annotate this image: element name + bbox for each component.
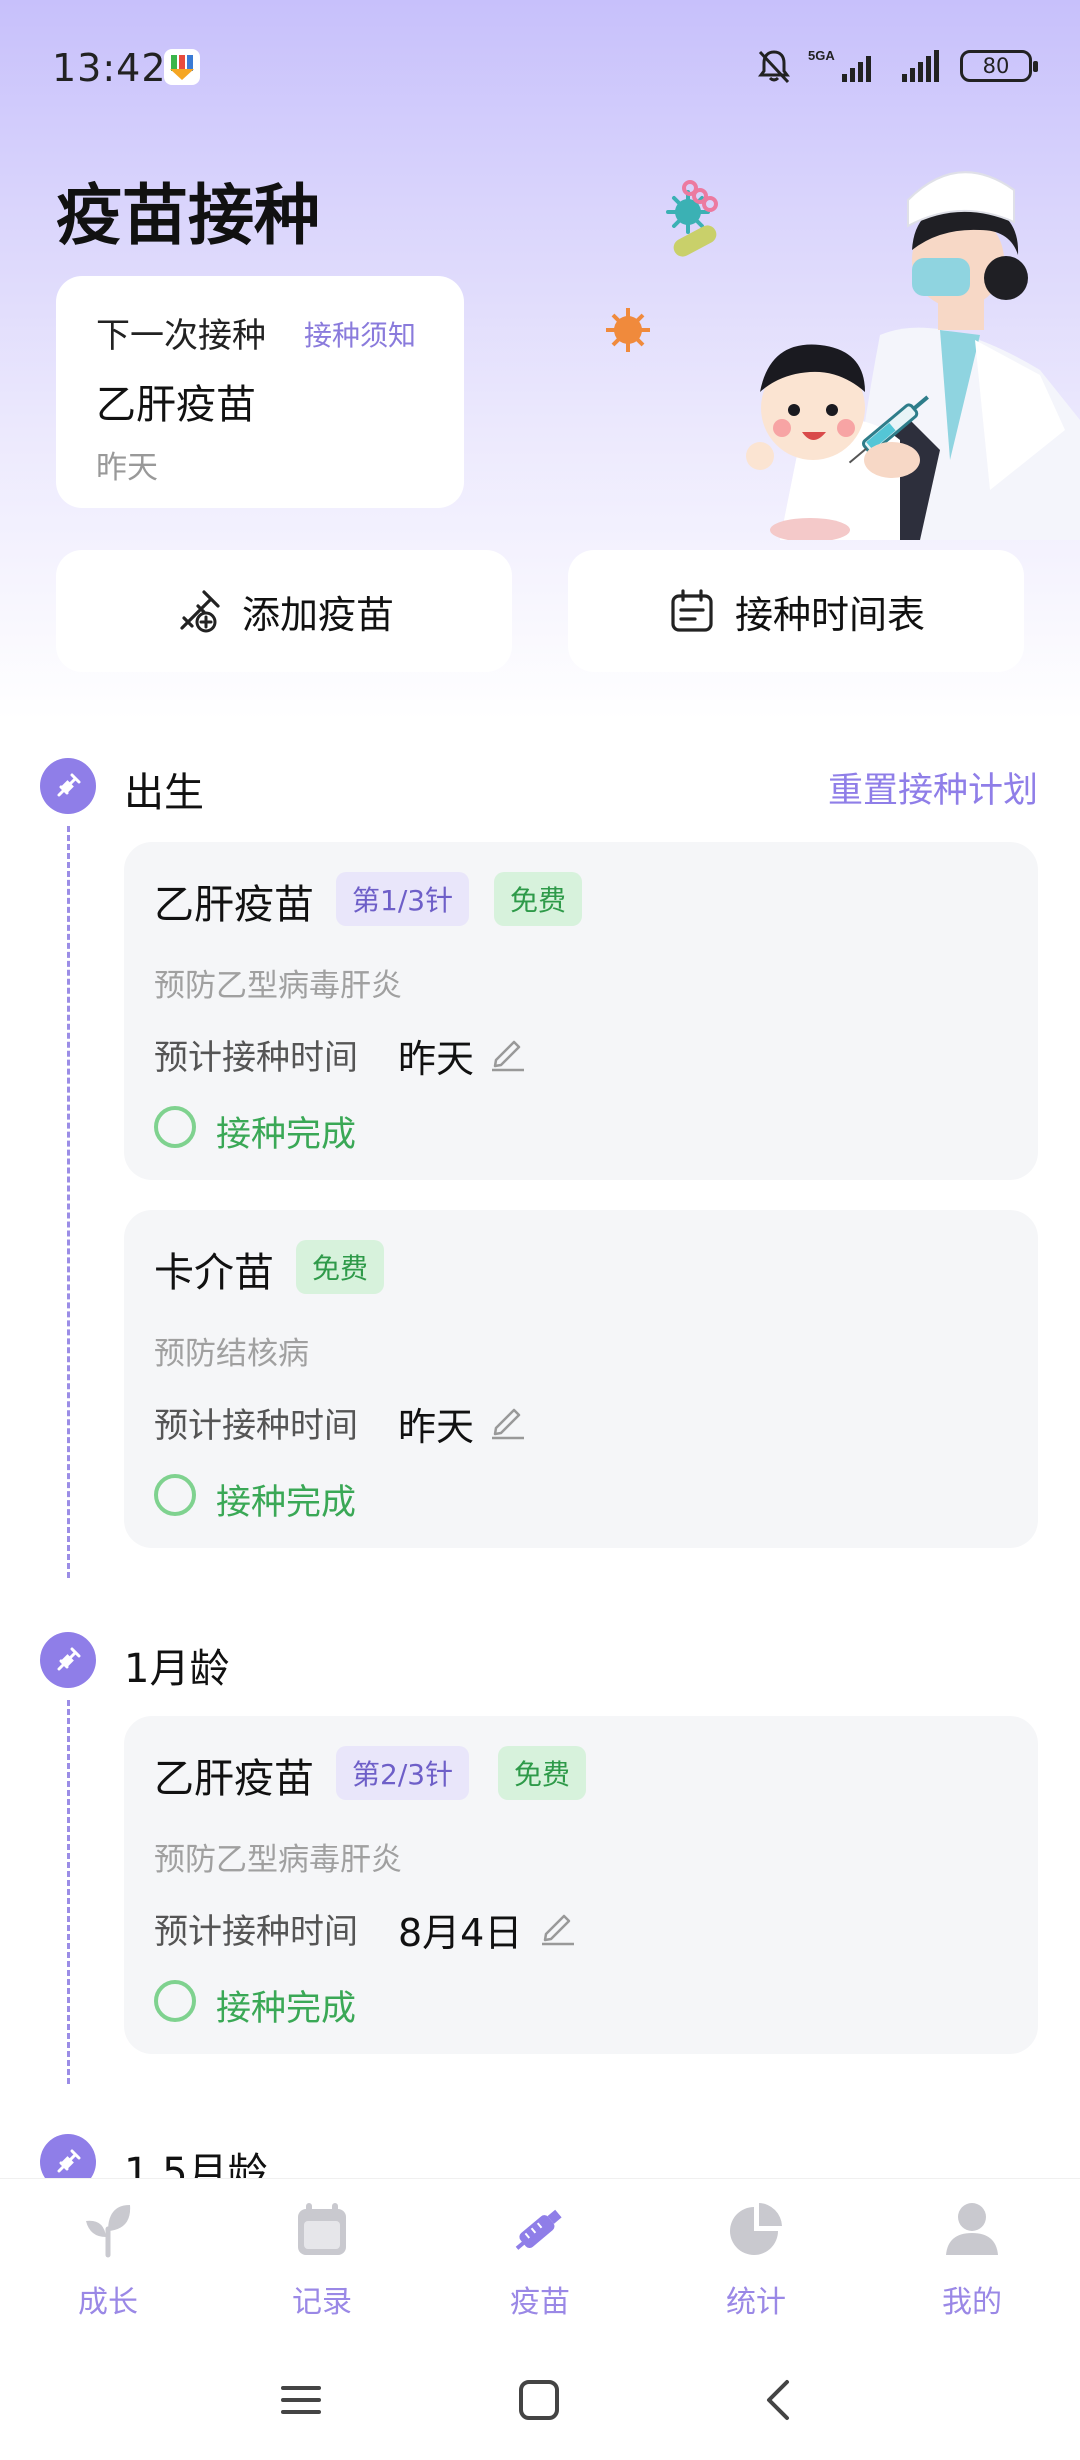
edit-pencil-icon[interactable]: [488, 1400, 528, 1440]
app-notification-icon: [164, 49, 200, 85]
scheduled-time-value: 昨天: [398, 1405, 475, 1449]
vaccine-description: 预防乙型病毒肝炎: [154, 1842, 402, 1878]
nav-item-growth[interactable]: 成长: [38, 2179, 178, 2339]
timeline-syringe-icon: [40, 758, 96, 814]
completion-label[interactable]: 接种完成: [216, 1474, 356, 1525]
section-title-birth: 出生: [124, 770, 204, 816]
completion-checkbox[interactable]: [154, 1474, 196, 1516]
bacteria-capsule-icon: [673, 225, 717, 257]
vaccine-name: 乙肝疫苗: [154, 1756, 314, 1802]
calendar-list-icon: [671, 589, 713, 632]
system-navigation-bar: [0, 2338, 1080, 2460]
status-time: 13:42: [52, 46, 167, 90]
scheduled-time-value: 8月4日: [398, 1911, 523, 1955]
virus-icon: [606, 308, 650, 352]
scheduled-time-label: 预计接种时间: [154, 1406, 358, 1446]
vaccine-card[interactable]: 卡介苗 免费 预防结核病 预计接种时间 昨天 接种完成: [124, 1210, 1038, 1548]
next-vaccine-date: 昨天: [96, 450, 158, 486]
cellular-signal-2-icon: [902, 50, 939, 82]
vaccine-description: 预防结核病: [154, 1336, 309, 1372]
home-square-icon[interactable]: [515, 2376, 563, 2424]
nav-label: 记录: [292, 2285, 352, 2320]
syringe-icon: [515, 2209, 562, 2250]
nav-item-records[interactable]: 记录: [252, 2179, 392, 2339]
vaccine-card[interactable]: 乙肝疫苗 第1/3针 免费 预防乙型病毒肝炎 预计接种时间 昨天 接种完成: [124, 842, 1038, 1180]
calendar-icon: [298, 2203, 346, 2255]
dose-badge: 第2/3针: [336, 1746, 470, 1800]
vaccine-name: 乙肝疫苗: [154, 882, 314, 928]
free-badge: 免费: [494, 872, 583, 926]
back-arrow-icon[interactable]: [755, 2376, 803, 2424]
nurse-hand: [864, 442, 920, 478]
vaccination-schedule-label: 接种时间表: [734, 592, 925, 637]
completion-label[interactable]: 接种完成: [216, 1980, 356, 2031]
nurse-vaccinating-child-illustration: [606, 171, 1080, 540]
completion-checkbox[interactable]: [154, 1980, 196, 2022]
scheduled-time-label: 预计接种时间: [154, 1912, 358, 1952]
nav-label: 成长: [78, 2285, 138, 2320]
menu-icon[interactable]: [277, 2376, 325, 2424]
battery-level: 80: [982, 54, 1010, 78]
edit-pencil-icon[interactable]: [488, 1032, 528, 1072]
battery-indicator: 80: [960, 50, 1038, 82]
vaccination-notice-link[interactable]: 接种须知: [304, 314, 416, 354]
sprout-icon: [86, 2205, 131, 2258]
vaccination-screen: 13:42 5GA 80 疫苗接种 下一次接种 接种须知 乙肝疫苗 昨天 添加疫…: [0, 0, 1080, 2460]
section-title-1-month: 1月龄: [124, 1646, 230, 1692]
timeline-line: [67, 826, 70, 1578]
vaccination-schedule-button[interactable]: 接种时间表: [568, 550, 1024, 672]
completion-label[interactable]: 接种完成: [216, 1106, 356, 1157]
nav-label: 我的: [942, 2285, 1002, 2320]
nav-label: 统计: [726, 2285, 786, 2320]
nav-item-profile[interactable]: 我的: [902, 2179, 1042, 2339]
next-vaccination-card[interactable]: 下一次接种 接种须知 乙肝疫苗 昨天: [56, 276, 464, 508]
bottom-navigation: 成长 记录 疫苗 统计 我的: [0, 2178, 1080, 2338]
reset-plan-link[interactable]: 重置接种计划: [828, 762, 1038, 813]
timeline-syringe-icon: [40, 1632, 96, 1688]
person-icon: [946, 2203, 998, 2255]
scheduled-time-label: 预计接种时间: [154, 1038, 358, 1078]
vaccine-description: 预防乙型病毒肝炎: [154, 968, 402, 1004]
add-vaccine-button[interactable]: 添加疫苗: [56, 550, 512, 672]
dose-badge: 第1/3针: [336, 872, 470, 926]
next-vaccination-label: 下一次接种: [96, 316, 266, 356]
nav-item-statistics[interactable]: 统计: [686, 2179, 826, 2339]
vaccine-name: 卡介苗: [154, 1250, 274, 1296]
add-vaccine-label: 添加疫苗: [241, 592, 394, 637]
edit-pencil-icon[interactable]: [538, 1906, 578, 1946]
status-bar: 13:42 5GA 80: [0, 0, 1080, 130]
nav-item-vaccines[interactable]: 疫苗: [470, 2179, 610, 2339]
pie-chart-icon: [730, 2203, 782, 2255]
timeline-line: [67, 1700, 70, 2084]
free-badge: 免费: [498, 1746, 587, 1800]
add-syringe-icon: [180, 590, 220, 633]
nav-label: 疫苗: [510, 2285, 570, 2320]
page-title: 疫苗接种: [56, 177, 320, 254]
next-vaccine-name: 乙肝疫苗: [96, 382, 256, 428]
cellular-signal-icon: 5GA: [808, 48, 871, 82]
completion-checkbox[interactable]: [154, 1106, 196, 1148]
free-badge: 免费: [296, 1240, 385, 1294]
status-icons: 5GA 80: [754, 44, 1038, 88]
mute-bell-icon: [758, 50, 790, 84]
network-type-label: 5GA: [808, 48, 835, 63]
virus-teal-spiky-icon: [666, 190, 710, 234]
scheduled-time-value: 昨天: [398, 1037, 475, 1081]
vaccine-card[interactable]: 乙肝疫苗 第2/3针 免费 预防乙型病毒肝炎 预计接种时间 8月4日 接种完成: [124, 1716, 1038, 2054]
